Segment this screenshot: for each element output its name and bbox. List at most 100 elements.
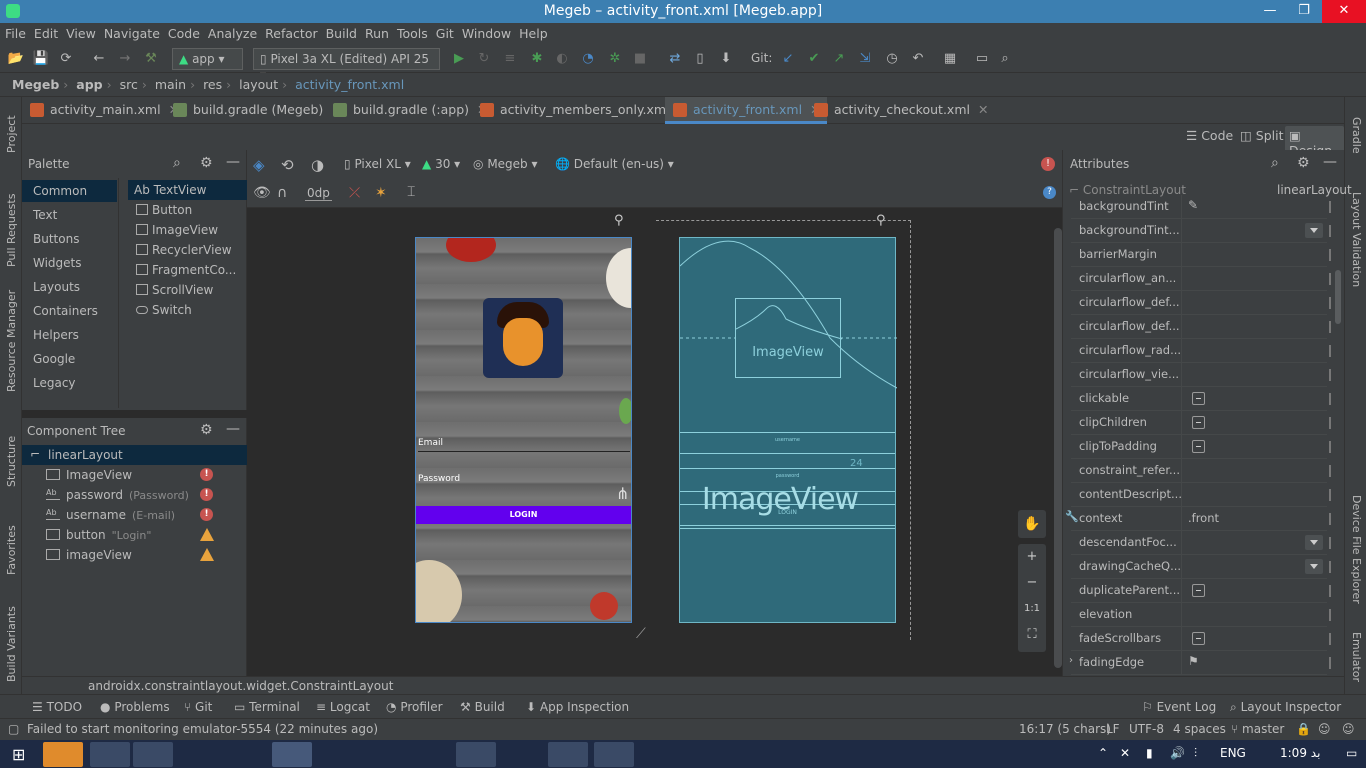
attribute-value[interactable] [1181,315,1331,339]
git-push-icon[interactable]: ↗ [829,49,849,69]
palette-item-textview[interactable]: Ab TextView [128,180,247,200]
vscode-icon[interactable] [364,742,404,767]
tab-activity-front[interactable]: activity_front.xml✕ [665,97,827,124]
lock-icon[interactable]: 🔒 [1296,722,1311,736]
resource-picker-icon[interactable] [1329,225,1331,237]
tool-event-log[interactable]: ⚐ Event Log [1142,700,1216,714]
status-message[interactable]: Failed to start monitoring emulator-5554… [27,722,378,736]
tree-row-button[interactable]: button "Login" [22,525,247,545]
line-separator[interactable]: LF [1106,722,1120,736]
resource-picker-icon[interactable] [1329,201,1331,213]
sdk-manager-icon[interactable]: ⬇ [716,49,736,69]
pencil-icon[interactable]: ✎ [1188,198,1198,212]
close-button[interactable]: ✕ [1322,0,1366,23]
palette-item-button[interactable]: Button [128,200,247,220]
forward-icon[interactable]: → [115,49,135,69]
minimize-button[interactable]: — [1254,0,1286,23]
attribute-row[interactable]: clickable [1071,387,1331,411]
profile-icon[interactable]: ◔ [578,49,598,69]
tool-favorites[interactable]: Favorites [5,525,18,575]
attribute-value[interactable] [1181,555,1331,579]
tool-device-file-explorer[interactable]: Device File Explorer [1350,495,1363,604]
crumb-src[interactable]: src [120,77,138,92]
palette-cat-common[interactable]: Common [22,180,117,202]
git-merge-icon[interactable]: ⇲ [855,49,875,69]
minimize-panel-icon[interactable]: — [226,421,240,437]
file-explorer-icon[interactable] [133,742,173,767]
menu-tools[interactable]: Tools [393,23,432,41]
maximize-button[interactable]: ❐ [1288,0,1320,23]
menu-help[interactable]: Help [515,23,552,41]
resource-picker-icon[interactable] [1329,633,1331,645]
tab-build-gradle-app[interactable]: build.gradle (:app)✕ [325,97,494,124]
attribute-value[interactable] [1181,459,1331,483]
tristate-checkbox[interactable] [1192,416,1205,429]
rollback-icon[interactable]: ↶ [908,49,928,69]
history-icon[interactable]: ◷ [882,49,902,69]
coverage-icon[interactable]: ◐ [552,49,572,69]
palette-cat-layouts[interactable]: Layouts [22,276,117,298]
tray-chevron-icon[interactable]: ⌃ [1098,746,1108,760]
rerun-icon[interactable]: ↻ [474,49,494,69]
palette-item-imageview[interactable]: ImageView [128,220,247,240]
tristate-checkbox[interactable] [1192,440,1205,453]
search-icon[interactable]: ⌕ [173,155,181,171]
tristate-checkbox[interactable] [1192,632,1205,645]
minimize-panel-icon[interactable]: — [226,154,240,170]
attribute-value[interactable] [1181,387,1331,411]
menu-window[interactable]: Window [458,23,515,41]
view-options-icon[interactable]: 👁 [253,185,271,201]
attribute-value[interactable] [1181,411,1331,435]
gradle-sync-icon[interactable]: ⇄ [665,49,685,69]
tristate-checkbox[interactable] [1192,584,1205,597]
attribute-row[interactable]: duplicateParent... [1071,579,1331,603]
tree-row-username[interactable]: Ab username (E-mail)! [22,505,247,525]
tree-row-imageview[interactable]: ImageView! [22,465,247,485]
palette-cat-legacy[interactable]: Legacy [22,372,117,394]
crumb-project[interactable]: Megeb [12,77,59,92]
resource-picker-icon[interactable] [1329,321,1331,333]
zoom-fit-icon[interactable]: ⛶ [1018,622,1046,648]
gear-icon[interactable]: ⚙ [200,155,213,171]
zoom-actual-icon[interactable]: 1:1 [1018,596,1046,622]
chrome-icon[interactable] [90,742,130,767]
debug-icon[interactable]: ✱ [527,49,547,69]
tool-git[interactable]: ⑂ Git [184,700,212,714]
menu-navigate[interactable]: Navigate [100,23,164,41]
tab-activity-members-only[interactable]: activity_members_only.xml✕ [472,97,694,124]
attribute-value[interactable] [1181,603,1331,627]
blueprint-username-box[interactable]: username [680,432,895,454]
warning-icon[interactable] [200,528,214,541]
menu-git[interactable]: Git [432,23,458,41]
attribute-row[interactable]: elevation [1071,603,1331,627]
attribute-value[interactable]: ✎ [1181,195,1331,219]
device-manager-icon[interactable]: ▯ [690,49,710,69]
resource-picker-icon[interactable] [1329,657,1331,669]
tristate-checkbox[interactable] [1192,392,1205,405]
attribute-row[interactable]: circularflow_def... [1071,291,1331,315]
blueprint-imageview-box[interactable]: ImageView [735,298,842,378]
attribute-row[interactable]: barrierMargin [1071,243,1331,267]
dropdown-arrow-icon[interactable] [1305,535,1323,550]
tool-structure[interactable]: Structure [5,436,18,487]
crumb-main[interactable]: main [155,77,186,92]
tool-todo[interactable]: ☰ TODO [32,700,82,714]
night-mode-icon[interactable]: ◑ [311,156,324,174]
preview-password-field[interactable]: Password [418,474,630,488]
resource-picker-icon[interactable] [1329,513,1331,525]
tree-row-imageview2[interactable]: imageView [22,545,247,565]
palette-item-fragmentcontainer[interactable]: FragmentCo... [128,260,247,280]
orientation-icon[interactable]: ⟲ [281,156,294,174]
sync-icon[interactable]: ⟳ [56,49,76,69]
code-view-button[interactable]: ☰ Code [1186,128,1233,143]
zoom-in-icon[interactable]: + [1018,544,1046,570]
tool-emulator[interactable]: Emulator [1350,632,1363,682]
attribute-row[interactable]: constraint_refer... [1071,459,1331,483]
cursor-position[interactable]: 16:17 (5 chars) [1019,722,1111,736]
status-square-icon[interactable]: ▢ [8,722,19,736]
attribute-row[interactable]: fadingEdge › ⚑ [1069,651,1331,675]
attribute-value[interactable] [1181,531,1331,555]
attribute-row[interactable]: circularflow_rad... [1071,339,1331,363]
palette-item-recyclerview[interactable]: RecyclerView [128,240,247,260]
attribute-value[interactable] [1181,579,1331,603]
